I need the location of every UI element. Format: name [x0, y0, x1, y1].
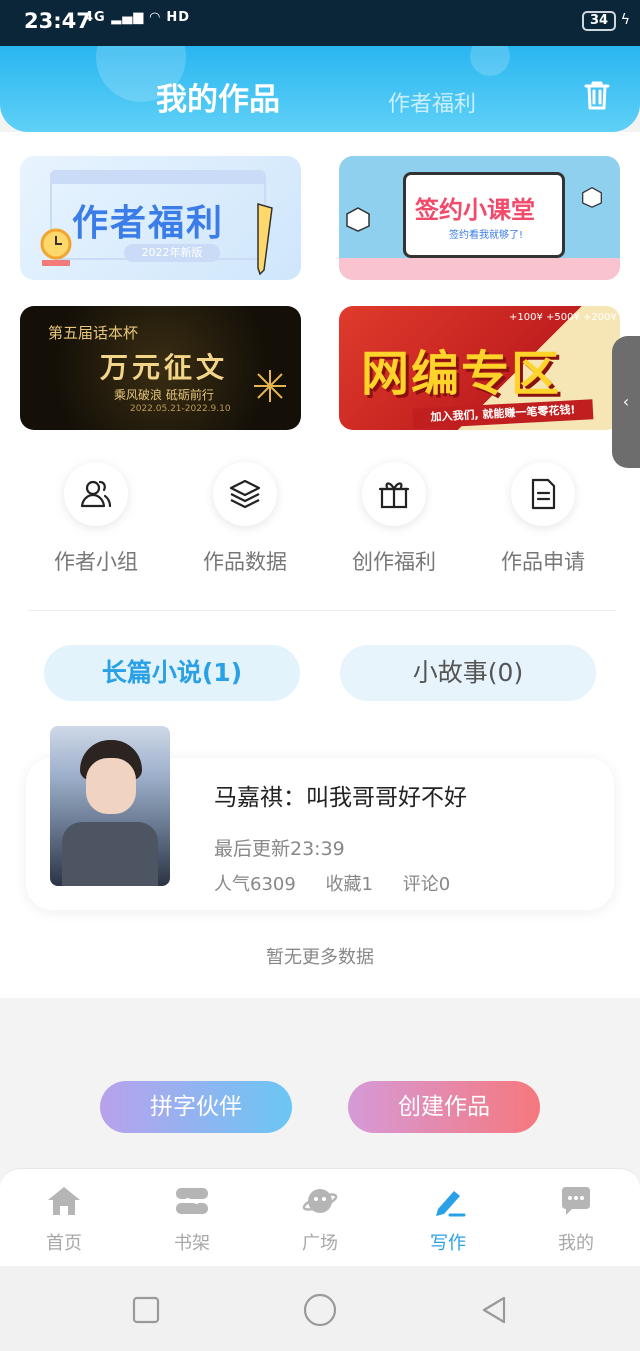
nav-mine[interactable]: 我的 — [512, 1185, 640, 1255]
entry-creation-welfare[interactable]: 创作福利 — [334, 462, 454, 576]
signal-icon: ▂▄▆ — [111, 10, 145, 25]
recent-apps-icon[interactable] — [130, 1294, 162, 1326]
entry-work-application[interactable]: 作品申请 — [483, 462, 603, 576]
entry-label: 创作福利 — [352, 550, 436, 574]
hd-label: HD — [166, 10, 190, 25]
network-type: 4G — [84, 10, 106, 25]
side-drawer-handle[interactable]: ‹ — [612, 336, 640, 468]
pen-icon — [436, 1191, 466, 1217]
battery-level: 34 — [589, 13, 609, 28]
header: 我的作品 作者福利 — [0, 46, 640, 132]
banner-title: 签约小课堂 — [415, 196, 535, 224]
nav-label: 书架 — [174, 1233, 210, 1254]
alarm-clock-icon — [40, 228, 72, 266]
banner-title: 作者福利 — [72, 203, 225, 244]
nav-label: 我的 — [558, 1233, 594, 1254]
work-stats: 人气6309 收藏1 评论0 — [214, 870, 474, 896]
banner-author-welfare[interactable]: 作者福利 2022年新版 — [20, 156, 301, 280]
bookshelf-icon — [176, 1188, 208, 1214]
system-nav-bar — [0, 1266, 640, 1351]
banner-frame-bar — [50, 170, 266, 184]
firework-icon — [254, 370, 286, 402]
users-icon — [80, 480, 112, 508]
status-time: 23:47 — [24, 9, 91, 33]
nav-writing[interactable]: 写作 — [384, 1185, 512, 1255]
entry-label: 作者小组 — [54, 550, 138, 574]
nav-bookshelf[interactable]: 书架 — [128, 1185, 256, 1255]
work-last-updated: 最后更新23:39 — [214, 838, 345, 860]
banner-title: 网编专区 — [361, 346, 562, 402]
banner-prize: +100¥ +500¥ +200¥ — [509, 312, 617, 323]
banner-subtitle: 签约看我就够了! — [449, 230, 524, 241]
wifi-icon: ◠ — [149, 10, 161, 25]
network-indicator: 4G ▂▄▆ ◠ HD — [84, 10, 190, 25]
work-title[interactable]: 马嘉祺：叫我哥哥好不好 — [214, 778, 467, 812]
chat-bubble-icon — [562, 1187, 590, 1215]
banner-slogan: 乘风破浪 砥砺前行 — [114, 388, 214, 402]
back-icon[interactable] — [478, 1294, 510, 1326]
nav-label: 写作 — [430, 1233, 466, 1254]
home-button-icon[interactable] — [302, 1292, 338, 1328]
charging-icon: ϟ — [620, 12, 630, 28]
home-icon — [48, 1187, 80, 1215]
banner-date: 2022.05.21-2022.9.10 — [130, 404, 231, 414]
content-panel: 作者福利 2022年新版 签约小课堂 签约看我就够了! 第五届话本杯 万元征文 … — [0, 132, 640, 998]
tab-long-novels[interactable]: 长篇小说(1) — [44, 645, 300, 701]
work-favorites: 收藏1 — [325, 874, 373, 895]
layers-icon — [229, 479, 261, 509]
create-work-button[interactable]: 创建作品 — [348, 1081, 540, 1133]
cube-icon — [346, 207, 370, 232]
banner-editor-zone[interactable]: +100¥ +500¥ +200¥ 网编专区 加入我们, 就能赚一笔零花钱! — [339, 306, 620, 430]
document-icon — [531, 478, 556, 510]
work-popularity: 人气6309 — [214, 874, 296, 895]
bottom-nav: 首页 书架 广场 写作 我的 — [0, 1168, 640, 1266]
work-comments: 评论0 — [402, 874, 451, 895]
partner-button[interactable]: 拼字伙伴 — [100, 1081, 292, 1133]
entry-label: 作品申请 — [501, 550, 585, 574]
planet-icon — [302, 1189, 338, 1213]
status-bar: 23:47 4G ▂▄▆ ◠ HD 34 ϟ — [0, 0, 640, 46]
nav-home[interactable]: 首页 — [0, 1185, 128, 1255]
decor-bubble — [470, 46, 510, 76]
nav-label: 广场 — [302, 1233, 338, 1254]
pencil-icon — [257, 203, 273, 276]
entry-work-data[interactable]: 作品数据 — [185, 462, 305, 576]
divider — [28, 610, 616, 611]
nav-plaza[interactable]: 广场 — [256, 1185, 384, 1255]
entry-author-group[interactable]: 作者小组 — [36, 462, 156, 576]
no-more-data: 暂无更多数据 — [266, 947, 374, 968]
banner-essay-contest[interactable]: 第五届话本杯 万元征文 乘风破浪 砥砺前行 2022.05.21-2022.9.… — [20, 306, 301, 430]
tab-short-stories[interactable]: 小故事(0) — [340, 645, 596, 701]
banner-badge: 2022年新版 — [124, 244, 220, 262]
trash-icon[interactable] — [580, 78, 614, 112]
gift-icon — [378, 482, 410, 509]
banner-heading: 第五届话本杯 — [48, 324, 139, 342]
nav-label: 首页 — [46, 1233, 82, 1254]
banner-title: 万元征文 — [100, 351, 229, 384]
entry-label: 作品数据 — [203, 550, 287, 574]
work-cover-image[interactable] — [50, 726, 170, 886]
battery-icon: 34 — [582, 11, 616, 31]
tab-my-works[interactable]: 我的作品 — [156, 74, 280, 119]
banner-signing-class[interactable]: 签约小课堂 签约看我就够了! — [339, 156, 620, 280]
cube-icon — [582, 186, 602, 208]
tab-author-welfare[interactable]: 作者福利 — [388, 86, 476, 118]
banner-stripe — [339, 258, 620, 280]
